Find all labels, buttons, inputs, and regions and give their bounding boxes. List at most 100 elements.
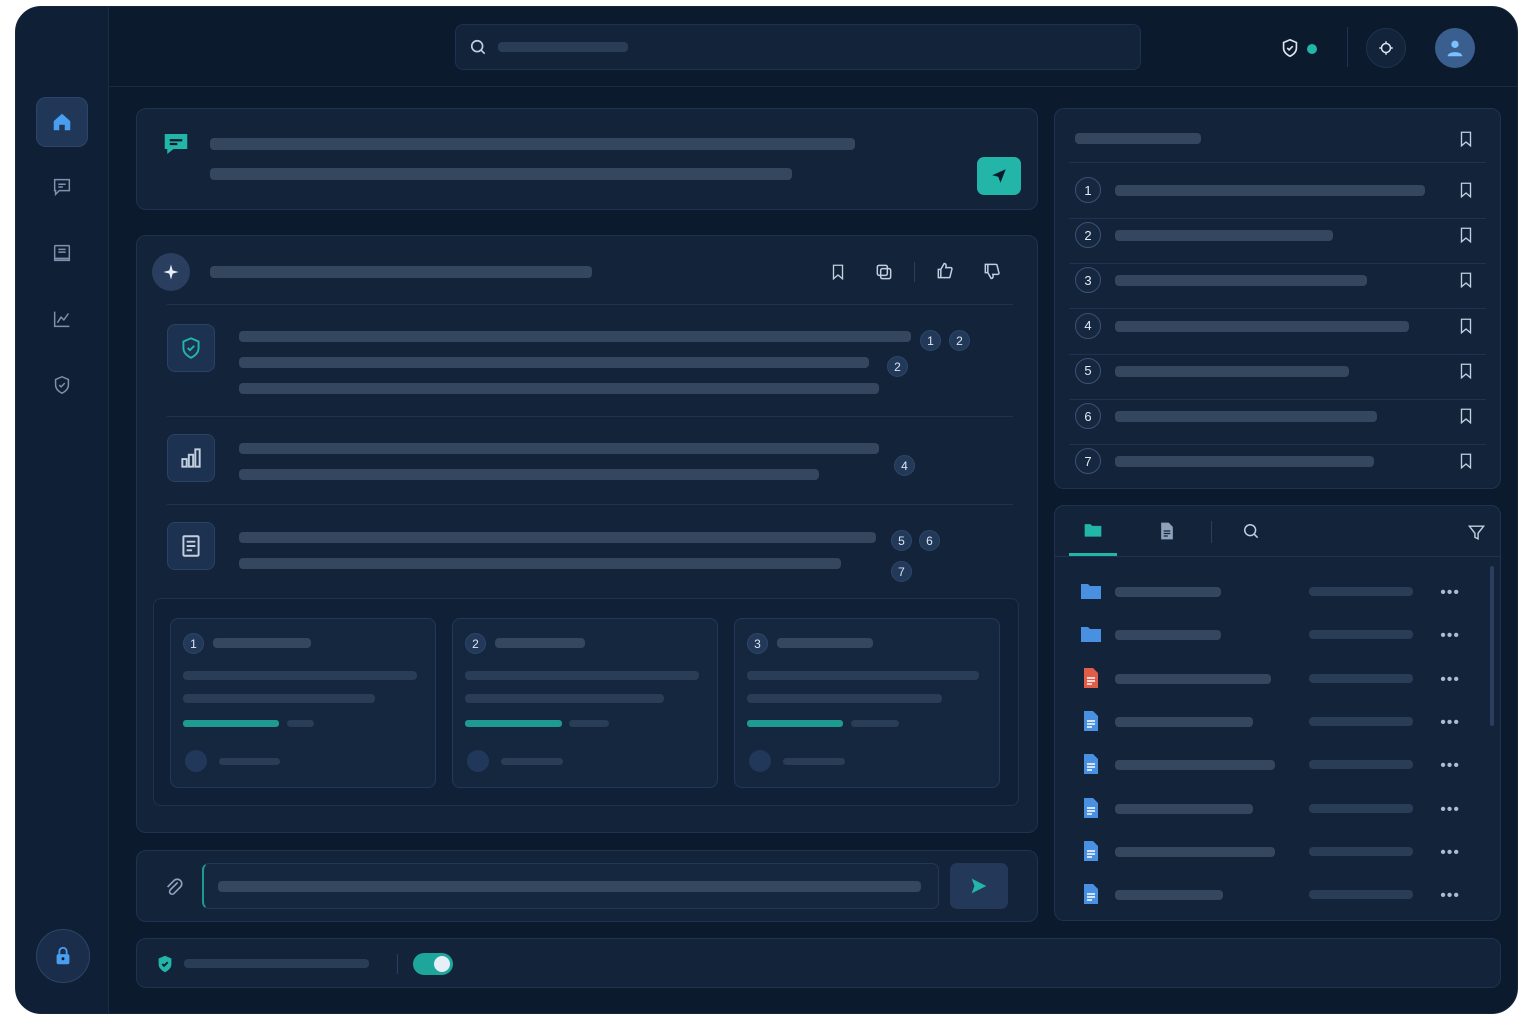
source-card[interactable]: 3 bbox=[734, 618, 1000, 788]
file-row[interactable]: ••• bbox=[1055, 613, 1500, 656]
sparkle-icon bbox=[163, 264, 179, 280]
file-row[interactable]: ••• bbox=[1055, 570, 1500, 613]
thumbs-up-icon[interactable] bbox=[935, 261, 955, 281]
divider bbox=[167, 304, 1013, 305]
paper-plane-icon bbox=[992, 169, 1006, 183]
document-icon bbox=[182, 535, 200, 557]
document-icon bbox=[1084, 884, 1098, 905]
tab-documents[interactable] bbox=[1147, 506, 1187, 556]
divider bbox=[1055, 556, 1500, 557]
divider bbox=[1069, 162, 1486, 163]
send-prompt-button[interactable] bbox=[977, 157, 1021, 195]
settings-icon bbox=[1379, 41, 1393, 55]
divider bbox=[167, 504, 1013, 505]
app-window: 1 2 2 4 5 6 7 1 2 3 1 2 3 4 5 6 7 ••• ••… bbox=[15, 6, 1518, 1014]
filter-icon[interactable] bbox=[1467, 523, 1486, 542]
file-row[interactable]: ••• bbox=[1055, 657, 1500, 700]
send-button[interactable] bbox=[950, 863, 1008, 909]
bookmark-icon[interactable] bbox=[1457, 316, 1475, 336]
rank-number: 2 bbox=[1075, 222, 1101, 249]
bookmark-icon[interactable] bbox=[1457, 129, 1475, 149]
saved-list-item[interactable]: 1 bbox=[1055, 174, 1500, 219]
more-options-icon[interactable]: ••• bbox=[1440, 671, 1460, 689]
chat-icon bbox=[53, 178, 71, 197]
point-icon-document bbox=[167, 522, 215, 570]
sidebar-item-library[interactable] bbox=[36, 228, 88, 278]
sidebar-item-security[interactable] bbox=[36, 360, 88, 410]
message-input[interactable] bbox=[202, 863, 939, 909]
bookmark-icon[interactable] bbox=[1457, 361, 1475, 381]
lock-button[interactable] bbox=[36, 929, 90, 983]
sidebar-item-chat[interactable] bbox=[36, 162, 88, 212]
citation-chip[interactable]: 7 bbox=[891, 561, 912, 582]
sidebar-item-analytics[interactable] bbox=[36, 294, 88, 344]
citation-chip[interactable]: 6 bbox=[919, 530, 940, 551]
thumbs-down-icon[interactable] bbox=[982, 261, 1002, 281]
more-options-icon[interactable]: ••• bbox=[1440, 584, 1460, 602]
status-bar bbox=[136, 938, 1501, 988]
file-row[interactable]: ••• bbox=[1055, 743, 1500, 786]
more-options-icon[interactable]: ••• bbox=[1440, 887, 1460, 905]
saved-list-item[interactable]: 5 bbox=[1055, 355, 1500, 400]
privacy-toggle[interactable] bbox=[413, 953, 453, 975]
prompt-card bbox=[136, 108, 1038, 210]
bookmark-icon[interactable] bbox=[1457, 270, 1475, 290]
search-icon bbox=[470, 39, 486, 55]
bookmark-icon[interactable] bbox=[829, 262, 847, 282]
divider bbox=[914, 262, 915, 282]
file-row[interactable]: ••• bbox=[1055, 830, 1500, 873]
file-row[interactable]: ••• bbox=[1055, 873, 1500, 916]
divider bbox=[1211, 521, 1212, 543]
more-options-icon[interactable]: ••• bbox=[1440, 844, 1460, 862]
shield-check-icon bbox=[158, 955, 172, 973]
saved-list-item[interactable]: 4 bbox=[1055, 310, 1500, 355]
response-card: 1 2 2 4 5 6 7 1 2 3 bbox=[136, 235, 1038, 833]
bar-chart-icon bbox=[181, 448, 201, 468]
copy-icon[interactable] bbox=[874, 262, 894, 282]
paperclip-icon[interactable] bbox=[163, 876, 185, 898]
saved-list-item[interactable]: 7 bbox=[1055, 445, 1500, 488]
saved-list-item[interactable]: 2 bbox=[1055, 219, 1500, 265]
rank-number: 3 bbox=[1075, 267, 1101, 294]
source-number: 2 bbox=[465, 633, 486, 654]
saved-list-item[interactable]: 6 bbox=[1055, 400, 1500, 445]
search-input[interactable] bbox=[455, 24, 1141, 70]
avatar[interactable] bbox=[1435, 28, 1475, 68]
bookmark-icon[interactable] bbox=[1457, 225, 1475, 245]
more-options-icon[interactable]: ••• bbox=[1440, 757, 1460, 775]
tab-folders[interactable] bbox=[1069, 506, 1117, 556]
source-card[interactable]: 1 bbox=[170, 618, 436, 788]
document-icon bbox=[1161, 522, 1173, 540]
folder-icon bbox=[1081, 584, 1101, 599]
saved-list-item[interactable]: 3 bbox=[1055, 264, 1500, 310]
composer bbox=[136, 850, 1038, 922]
citation-chip[interactable]: 4 bbox=[894, 455, 915, 476]
source-number: 1 bbox=[183, 633, 204, 654]
citation-chip[interactable]: 5 bbox=[891, 530, 912, 551]
search-icon bbox=[1244, 524, 1259, 539]
citation-chip[interactable]: 2 bbox=[949, 330, 970, 351]
more-options-icon[interactable]: ••• bbox=[1440, 801, 1460, 819]
document-icon bbox=[1084, 710, 1098, 731]
point-icon-chart bbox=[167, 434, 215, 482]
chat-bubble-icon bbox=[164, 134, 188, 154]
citation-chip[interactable]: 2 bbox=[887, 356, 908, 377]
divider bbox=[167, 416, 1013, 417]
lock-icon bbox=[56, 946, 70, 965]
file-row[interactable]: ••• bbox=[1055, 700, 1500, 743]
more-options-icon[interactable]: ••• bbox=[1440, 714, 1460, 732]
bookmark-icon[interactable] bbox=[1457, 180, 1475, 200]
source-card[interactable]: 2 bbox=[452, 618, 718, 788]
citation-chip[interactable]: 1 bbox=[920, 330, 941, 351]
point-icon-shield bbox=[167, 324, 215, 372]
more-options-icon[interactable]: ••• bbox=[1440, 627, 1460, 645]
tab-search[interactable] bbox=[1231, 506, 1271, 556]
file-row[interactable]: ••• bbox=[1055, 787, 1500, 830]
sidebar-item-home[interactable] bbox=[36, 97, 88, 147]
settings-button[interactable] bbox=[1366, 28, 1406, 68]
source-number: 3 bbox=[747, 633, 768, 654]
security-status[interactable] bbox=[1279, 37, 1317, 64]
assistant-avatar bbox=[152, 253, 190, 291]
bookmark-icon[interactable] bbox=[1457, 451, 1475, 471]
bookmark-icon[interactable] bbox=[1457, 406, 1475, 426]
